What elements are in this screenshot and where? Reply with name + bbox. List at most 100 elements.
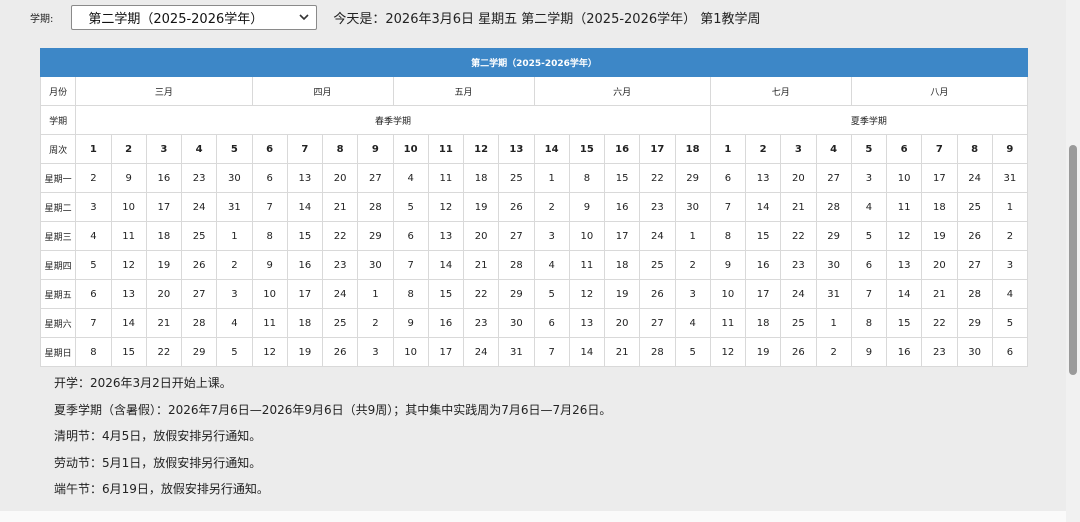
day-cell: 15 xyxy=(885,308,923,338)
day-cell: 17 xyxy=(921,163,958,193)
semester-select[interactable]: 第二学期（2025-2026学年） xyxy=(71,4,318,30)
weekday-row: 星期一 2 9 16 23 30 6 13 20 27 4 11 18 25 1 8 15 22 29 6 13 20 27… xyxy=(39,163,1029,193)
day-cell: 3 xyxy=(850,163,888,193)
day-cell: 9 xyxy=(110,163,147,193)
day-cell: 9 xyxy=(709,250,747,280)
week-number-cell: 7 xyxy=(286,134,324,164)
day-cell: 18 xyxy=(145,221,183,251)
day-cell: 25 xyxy=(956,192,993,222)
weekday-row: 星期二 3 10 17 24 31 7 14 21 28 5 12 19 26 2 9 16 23 30 7 14 21 2… xyxy=(39,192,1029,222)
day-cell: 16 xyxy=(885,337,923,367)
day-cell: 17 xyxy=(744,279,782,309)
day-cell: 29 xyxy=(357,221,394,251)
day-cell: 5 xyxy=(991,308,1029,338)
day-cell: 24 xyxy=(639,221,676,251)
day-cell: 26 xyxy=(956,221,993,251)
day-cell: 22 xyxy=(462,279,500,309)
week-number-cell: 12 xyxy=(462,134,500,164)
day-cell: 2 xyxy=(815,337,852,367)
note-line: 清明节：4月5日，放假安排另行通知。 xyxy=(54,429,262,443)
day-cell: 27 xyxy=(180,279,218,309)
day-cell: 4 xyxy=(392,163,429,193)
day-cell: 11 xyxy=(427,163,465,193)
weekday-row: 星期六 7 14 21 28 4 11 18 25 2 9 16 23 30 6 13 20 27 4 11 18 25 1… xyxy=(39,308,1029,338)
day-cell: 2 xyxy=(357,308,394,338)
month-cell: 三月 xyxy=(75,76,253,106)
day-cell: 21 xyxy=(462,250,500,280)
week-number-cell: 2 xyxy=(744,134,782,164)
day-cell: 16 xyxy=(427,308,465,338)
week-number-cell: 18 xyxy=(674,134,711,164)
day-cell: 12 xyxy=(709,337,747,367)
day-cell: 28 xyxy=(639,337,676,367)
day-cell: 18 xyxy=(744,308,782,338)
day-cell: 11 xyxy=(251,308,288,338)
day-cell: 15 xyxy=(286,221,324,251)
day-cell: 3 xyxy=(357,337,394,367)
month-cell: 六月 xyxy=(533,76,711,106)
vertical-scrollbar[interactable] xyxy=(1066,0,1080,522)
day-cell: 28 xyxy=(956,279,993,309)
week-number-cell: 16 xyxy=(603,134,641,164)
week-number-cell: 15 xyxy=(568,134,606,164)
day-cell: 6 xyxy=(709,163,747,193)
day-cell: 13 xyxy=(885,250,923,280)
day-cell: 2 xyxy=(533,192,570,222)
day-cell: 4 xyxy=(533,250,570,280)
month-cell: 五月 xyxy=(392,76,535,106)
day-cell: 6 xyxy=(392,221,429,251)
day-cell: 27 xyxy=(498,221,535,251)
day-cell: 7 xyxy=(251,192,288,222)
day-cell: 25 xyxy=(780,308,817,338)
week-number-cell: 3 xyxy=(780,134,817,164)
day-cell: 16 xyxy=(286,250,324,280)
weekday-label: 星期三 xyxy=(39,221,77,251)
day-cell: 14 xyxy=(427,250,465,280)
day-cell: 2 xyxy=(991,221,1029,251)
day-cell: 8 xyxy=(75,337,112,367)
day-cell: 15 xyxy=(427,279,465,309)
month-row: 月份 三月 四月 五月 六月 七月 八月 xyxy=(39,76,1029,106)
day-cell: 17 xyxy=(603,221,641,251)
week-number-cell: 8 xyxy=(956,134,993,164)
day-cell: 8 xyxy=(568,163,606,193)
day-cell: 26 xyxy=(321,337,359,367)
day-cell: 23 xyxy=(639,192,676,222)
top-bar: 学期: 第二学期（2025-2026学年） 今天是：2026年3月6日 星期五 … xyxy=(30,4,761,30)
day-cell: 15 xyxy=(603,163,641,193)
day-cell: 24 xyxy=(321,279,359,309)
day-cell: 16 xyxy=(744,250,782,280)
day-cell: 9 xyxy=(850,337,888,367)
day-cell: 30 xyxy=(674,192,711,222)
weekday-label: 星期二 xyxy=(39,192,77,222)
day-cell: 2 xyxy=(674,250,711,280)
day-cell: 6 xyxy=(533,308,570,338)
day-cell: 24 xyxy=(956,163,993,193)
day-cell: 19 xyxy=(921,221,958,251)
term-row: 学期 春季学期 夏季学期 xyxy=(39,105,1029,135)
weekday-label: 星期四 xyxy=(39,250,77,280)
week-number-cell: 2 xyxy=(110,134,147,164)
notes-section: 开学：2026年3月2日开始上课。 夏季学期（含暑假）：2026年7月6日—202… xyxy=(54,370,611,503)
day-cell: 30 xyxy=(357,250,394,280)
day-cell: 21 xyxy=(921,279,958,309)
day-cell: 16 xyxy=(145,163,183,193)
scrollbar-thumb[interactable] xyxy=(1069,145,1077,375)
day-cell: 11 xyxy=(709,308,747,338)
day-cell: 12 xyxy=(251,337,288,367)
day-cell: 10 xyxy=(392,337,429,367)
day-cell: 8 xyxy=(709,221,747,251)
day-cell: 23 xyxy=(921,337,958,367)
day-cell: 5 xyxy=(75,250,112,280)
day-cell: 7 xyxy=(533,337,570,367)
day-cell: 7 xyxy=(392,250,429,280)
day-cell: 21 xyxy=(603,337,641,367)
day-cell: 14 xyxy=(110,308,147,338)
weekday-row: 星期五 6 13 20 27 3 10 17 24 1 8 15 22 29 5 12 19 26 3 10 17 24 3… xyxy=(39,279,1029,309)
day-cell: 31 xyxy=(991,163,1029,193)
day-cell: 22 xyxy=(780,221,817,251)
week-number-cell: 7 xyxy=(921,134,958,164)
month-row-label: 月份 xyxy=(39,76,77,106)
day-cell: 7 xyxy=(850,279,888,309)
day-cell: 30 xyxy=(498,308,535,338)
